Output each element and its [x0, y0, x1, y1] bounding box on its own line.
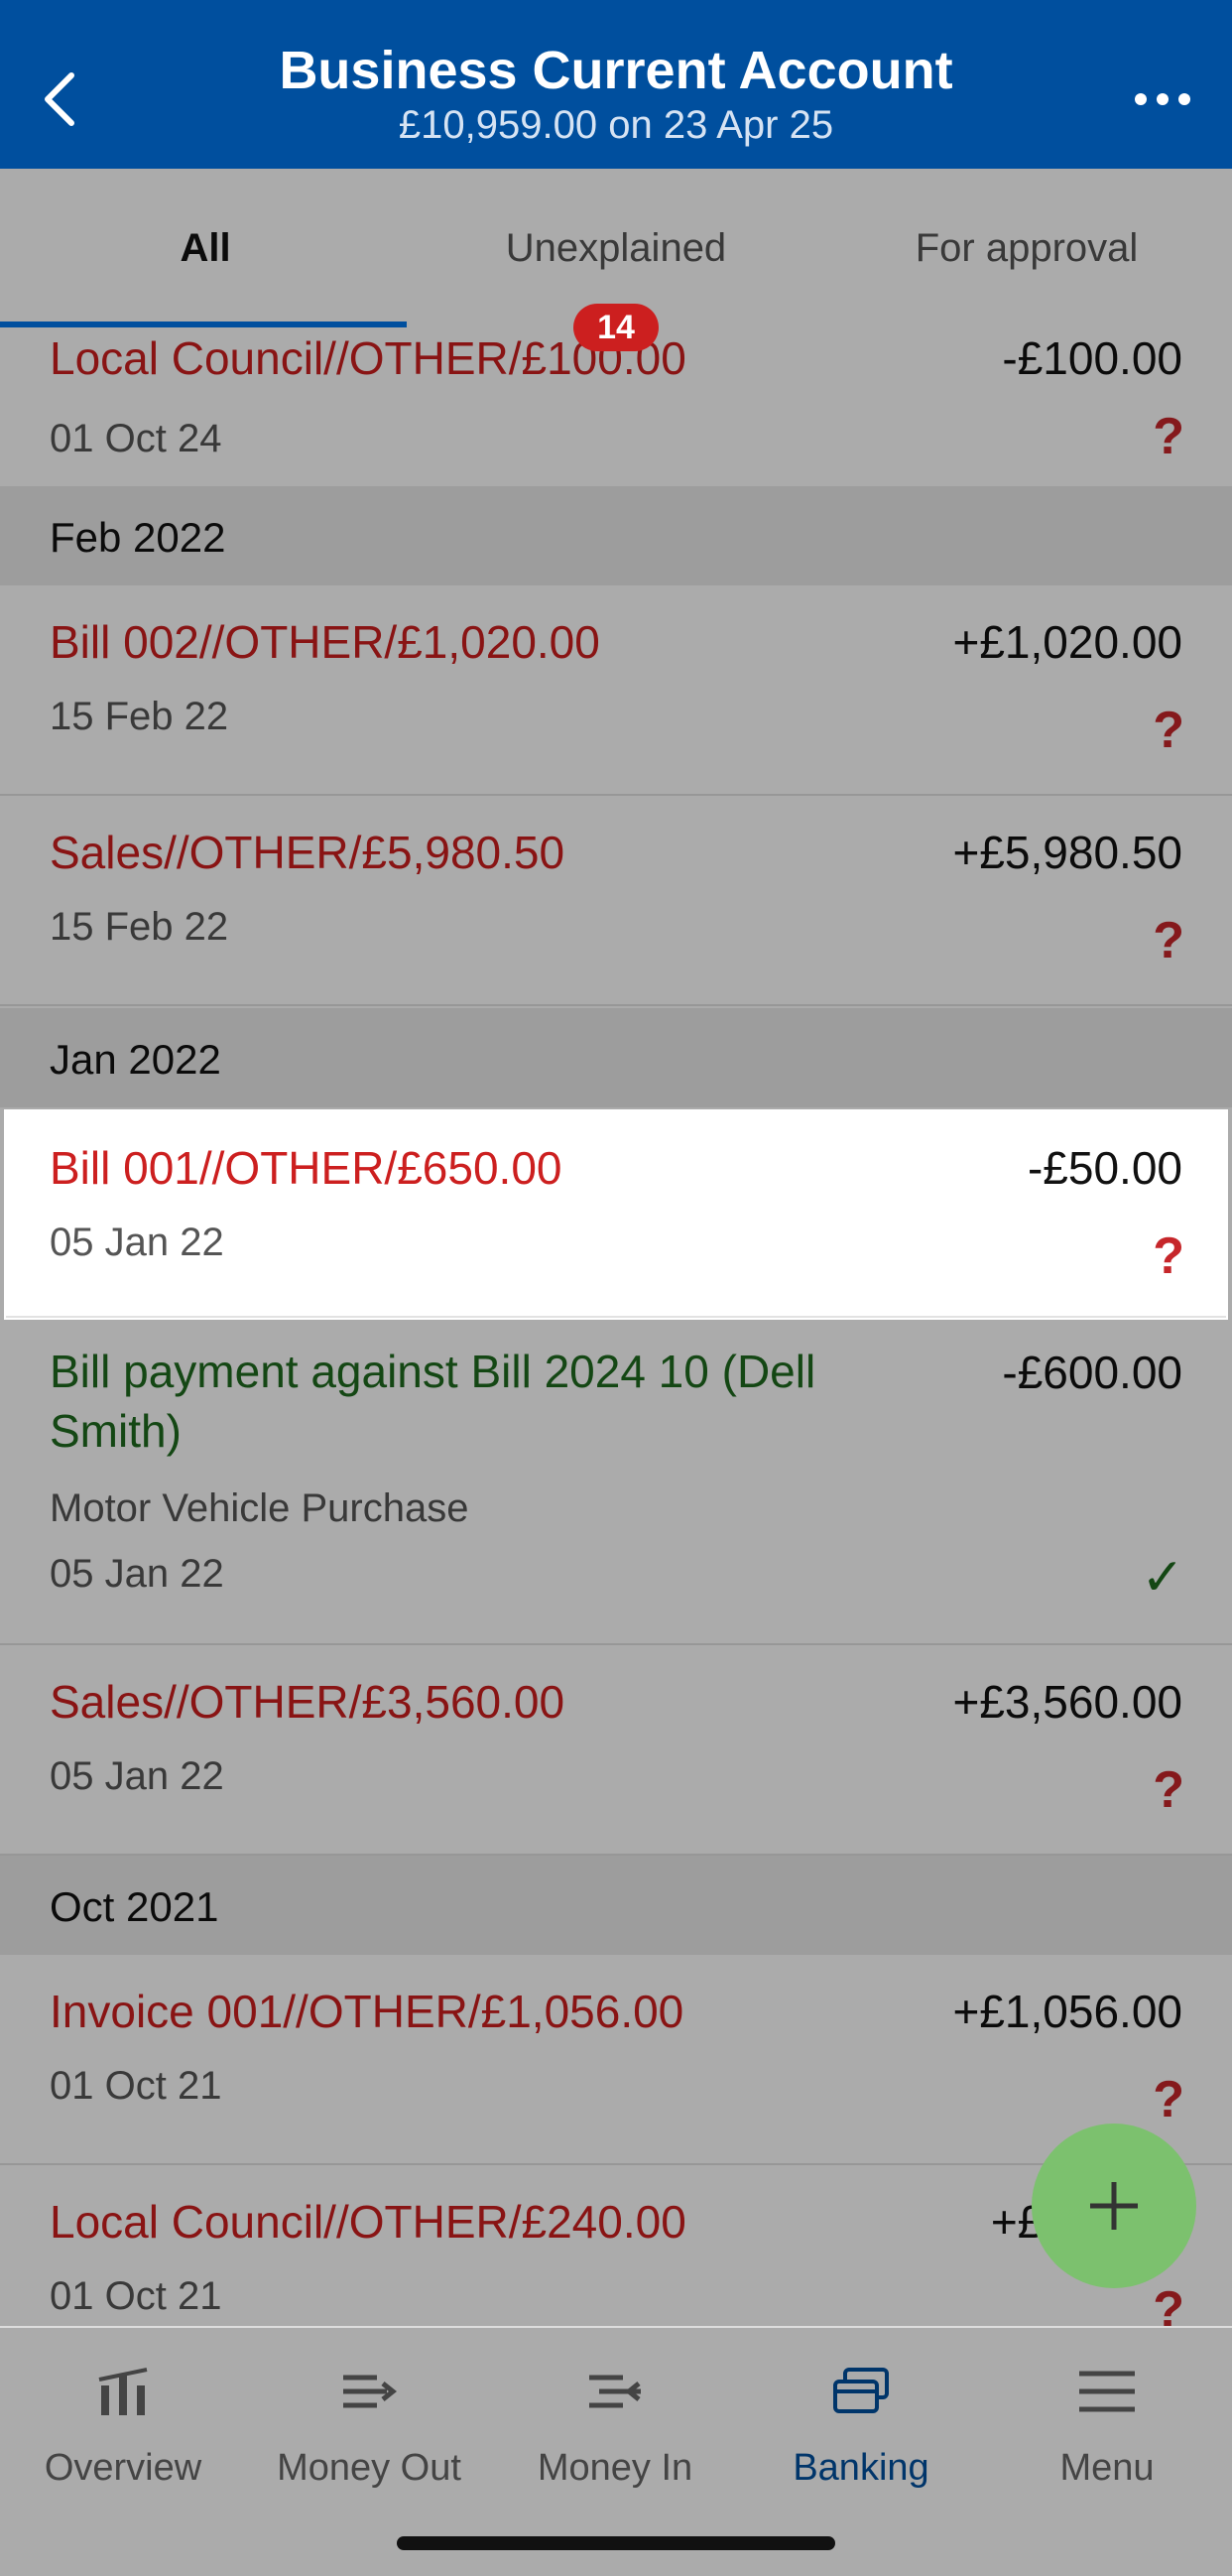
- transaction-amount: -£100.00: [1002, 332, 1182, 384]
- unexplained-icon: ?: [1153, 2071, 1184, 2128]
- transaction-amount: +£5,980.50: [952, 827, 1182, 878]
- transaction-description: Bill 002//OTHER/£1,020.00: [50, 616, 600, 668]
- bank-cards-icon: [833, 2368, 889, 2413]
- transaction-row[interactable]: Invoice 001//OTHER/£1,056.00 +£1,056.00 …: [0, 1955, 1232, 2165]
- transaction-category: Motor Vehicle Purchase: [50, 1486, 469, 1530]
- nav-overview[interactable]: Overview: [0, 2348, 246, 2497]
- add-transaction-button[interactable]: [1032, 2124, 1196, 2288]
- home-indicator: [397, 2536, 835, 2550]
- transaction-description: Bill payment against Bill 2024 10 (Dell …: [50, 1346, 816, 1457]
- tab-all[interactable]: All: [0, 169, 411, 327]
- month-label: Feb 2022: [50, 514, 226, 561]
- unexplained-count-badge: 14: [573, 304, 659, 351]
- unexplained-icon: ?: [1153, 1227, 1184, 1285]
- tab-for-approval[interactable]: For approval: [821, 169, 1232, 327]
- transaction-date: 05 Jan 22: [50, 1552, 224, 1596]
- transaction-description: Sales//OTHER/£3,560.00: [50, 1676, 565, 1728]
- transaction-list[interactable]: Local Council//OTHER/£100.00 -£100.00 01…: [0, 327, 1232, 2326]
- chart-bars-icon: [98, 2368, 148, 2415]
- transaction-date: 15 Feb 22: [50, 695, 229, 738]
- transaction-date: 01 Oct 21: [50, 2064, 222, 2108]
- nav-banking[interactable]: Banking: [738, 2348, 984, 2497]
- more-dots-icon: [1135, 93, 1190, 105]
- page-title: Business Current Account: [279, 41, 953, 100]
- month-label: Oct 2021: [50, 1883, 219, 1930]
- unexplained-icon: ?: [1153, 702, 1184, 759]
- account-balance: £10,959.00 on 23 Apr 25: [398, 103, 834, 147]
- transaction-row[interactable]: Bill payment against Bill 2024 10 (Dell …: [0, 1316, 1232, 1645]
- month-group-header: Oct 2021: [0, 1856, 1232, 1955]
- transaction-row[interactable]: Bill 002//OTHER/£1,020.00 +£1,020.00 15 …: [0, 585, 1232, 796]
- unexplained-icon: ?: [1153, 2281, 1184, 2326]
- money-out-icon: [343, 2375, 398, 2408]
- transaction-amount: -£50.00: [1027, 1142, 1182, 1194]
- unexplained-icon: ?: [1153, 408, 1184, 465]
- nav-label: Money Out: [277, 2447, 461, 2489]
- transaction-date: 01 Oct 24: [50, 417, 222, 460]
- transaction-description: Local Council//OTHER/£240.00: [50, 2196, 686, 2248]
- month-group-header: Jan 2022: [0, 1008, 1232, 1107]
- nav-money-out[interactable]: Money Out: [246, 2348, 492, 2497]
- transaction-description: Sales//OTHER/£5,980.50: [50, 827, 565, 878]
- transaction-row-selected[interactable]: Bill 001//OTHER/£650.00 -£50.00 05 Jan 2…: [6, 1111, 1226, 1318]
- transaction-amount: +£1,020.00: [952, 616, 1182, 668]
- transaction-amount: -£600.00: [1002, 1347, 1182, 1398]
- nav-label: Banking: [793, 2447, 929, 2489]
- nav-label: Overview: [44, 2447, 202, 2489]
- nav-menu[interactable]: Menu: [984, 2348, 1230, 2497]
- month-group-header: Feb 2022: [0, 486, 1232, 585]
- transaction-row[interactable]: Sales//OTHER/£5,980.50 +£5,980.50 15 Feb…: [0, 796, 1232, 1006]
- app-header: Business Current Account £10,959.00 on 2…: [0, 0, 1232, 169]
- month-label: Jan 2022: [50, 1036, 221, 1083]
- nav-money-in[interactable]: Money In: [492, 2348, 738, 2497]
- transaction-date: 01 Oct 21: [50, 2274, 222, 2318]
- transaction-description: Invoice 001//OTHER/£1,056.00: [50, 1986, 684, 2037]
- more-options-button[interactable]: [1123, 69, 1202, 129]
- nav-label: Money In: [537, 2447, 693, 2489]
- unexplained-icon: ?: [1153, 912, 1184, 969]
- transaction-amount: +£3,560.00: [952, 1676, 1182, 1728]
- transaction-description: Bill 001//OTHER/£650.00: [50, 1142, 562, 1194]
- plus-icon: [1090, 2182, 1138, 2230]
- transaction-amount: +£1,056.00: [952, 1986, 1182, 2037]
- nav-label: Menu: [1059, 2447, 1155, 2489]
- transaction-date: 05 Jan 22: [50, 1754, 224, 1798]
- money-in-icon: [589, 2375, 641, 2408]
- transaction-row[interactable]: Local Council//OTHER/£100.00 -£100.00 01…: [0, 327, 1232, 488]
- unexplained-icon: ?: [1153, 1761, 1184, 1819]
- transaction-row[interactable]: Sales//OTHER/£3,560.00 +£3,560.00 05 Jan…: [0, 1645, 1232, 1856]
- transaction-date: 05 Jan 22: [50, 1221, 224, 1264]
- transaction-date: 15 Feb 22: [50, 905, 229, 949]
- hamburger-menu-icon: [1079, 2371, 1135, 2412]
- active-tab-indicator: [0, 322, 407, 327]
- explained-check-icon: ✓: [1141, 1549, 1184, 1607]
